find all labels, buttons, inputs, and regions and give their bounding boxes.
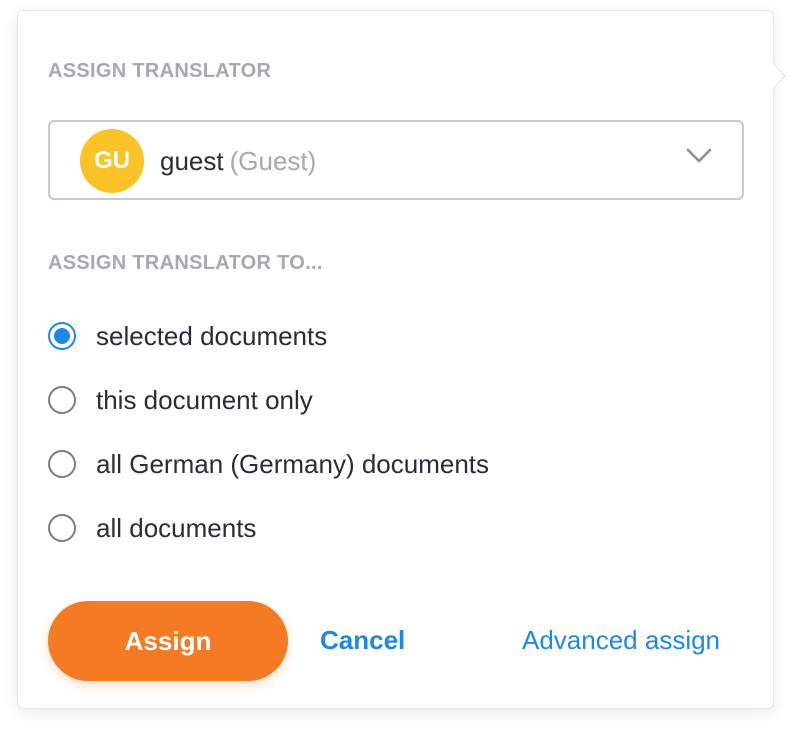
radio-option-selected-documents[interactable]: selected documents bbox=[48, 319, 327, 353]
advanced-assign-link[interactable]: Advanced assign bbox=[522, 625, 720, 656]
radio-label: selected documents bbox=[96, 320, 328, 351]
radio-button-checked[interactable] bbox=[48, 322, 76, 350]
assign-button[interactable]: Assign bbox=[48, 601, 288, 681]
radio-label: all German (Germany) documents bbox=[96, 448, 490, 479]
cancel-button[interactable]: Cancel bbox=[320, 625, 405, 656]
selected-user: guest (Guest) bbox=[160, 146, 316, 177]
radio-button[interactable] bbox=[48, 450, 76, 478]
radio-option-all-german-documents[interactable]: all German (Germany) documents bbox=[48, 447, 489, 481]
radio-option-all-documents[interactable]: all documents bbox=[48, 511, 256, 545]
assign-translator-heading: ASSIGN TRANSLATOR bbox=[48, 60, 272, 82]
radio-label: all documents bbox=[96, 512, 257, 543]
avatar: GU bbox=[80, 129, 144, 193]
radio-button[interactable] bbox=[48, 386, 76, 414]
selected-user-name: guest bbox=[160, 146, 224, 176]
chevron-down-icon[interactable] bbox=[686, 148, 712, 164]
radio-label: this document only bbox=[96, 384, 313, 415]
translator-select[interactable]: GU guest (Guest) bbox=[48, 120, 744, 200]
assign-to-heading: ASSIGN TRANSLATOR TO... bbox=[48, 252, 323, 274]
radio-button[interactable] bbox=[48, 514, 76, 542]
radio-option-this-document-only[interactable]: this document only bbox=[48, 383, 313, 417]
selected-user-role: (Guest) bbox=[229, 146, 317, 176]
